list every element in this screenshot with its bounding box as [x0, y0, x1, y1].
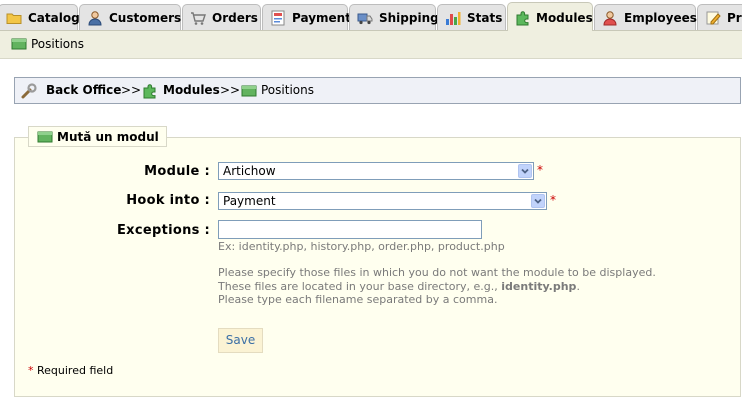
main-tab-bar: Catalog Customers Orders Payment Shippin…: [0, 0, 742, 31]
exceptions-label: Exceptions :: [116, 223, 210, 238]
folder-icon: [6, 13, 22, 24]
required-field-note: * Required field: [28, 364, 114, 377]
chevron-down-icon[interactable]: [518, 164, 532, 178]
tab-label: Payment: [292, 11, 351, 25]
module-label: Module :: [144, 164, 210, 179]
tab-catalog[interactable]: Catalog: [0, 4, 80, 30]
sub-tab-bar: Positions: [0, 31, 742, 59]
subtab-positions[interactable]: Positions: [31, 37, 84, 51]
breadcrumb-back-office[interactable]: Back Office: [46, 83, 121, 97]
positions-icon: [11, 38, 27, 50]
required-marker: *: [28, 364, 34, 377]
tab-label: Pre: [727, 11, 742, 25]
tab-orders[interactable]: Orders: [182, 4, 261, 30]
module-select-value: Artichow: [223, 164, 276, 178]
truck-icon: [357, 13, 373, 25]
breadcrumb: Back Office >> Modules >> Positions: [14, 77, 741, 104]
chevron-down-icon[interactable]: [531, 194, 545, 208]
help-text-line-1: Please specify those files in which you …: [218, 266, 656, 279]
tab-label: Stats: [467, 11, 503, 25]
hook-label: Hook into :: [126, 193, 210, 208]
exceptions-example: Ex: identity.php, history.php, order.php…: [218, 240, 505, 253]
breadcrumb-modules[interactable]: Modules: [163, 83, 220, 97]
chart-icon: [446, 12, 461, 25]
tab-label: Shipping: [379, 11, 439, 25]
tab-stats[interactable]: Stats: [437, 4, 506, 30]
tab-modules[interactable]: Modules: [507, 2, 593, 31]
tab-customers[interactable]: Customers: [79, 4, 181, 30]
tab-label: Catalog: [28, 11, 80, 25]
hook-select[interactable]: Payment: [218, 192, 547, 210]
module-select[interactable]: Artichow: [218, 162, 534, 180]
tab-preferences[interactable]: Pre: [697, 4, 742, 30]
tab-employees[interactable]: Employees: [594, 4, 697, 30]
preferences-icon: [706, 11, 721, 25]
hook-select-value: Payment: [223, 194, 276, 208]
puzzle-icon: [143, 84, 156, 99]
user-icon: [88, 11, 102, 26]
positions-icon: [37, 131, 53, 143]
legend-title: Mută un modul: [57, 130, 159, 144]
cart-icon: [191, 12, 206, 25]
help-text-line-3: Please type each filename separated by a…: [218, 293, 498, 306]
puzzle-icon: [516, 11, 529, 26]
positions-icon: [241, 85, 257, 97]
breadcrumb-separator: >>: [220, 83, 241, 97]
tab-label: Employees: [624, 11, 697, 25]
help-filename: identity.php: [501, 280, 577, 293]
tab-payment[interactable]: Payment: [262, 4, 351, 30]
breadcrumb-positions: Positions: [261, 83, 314, 97]
breadcrumb-separator: >>: [121, 83, 142, 97]
tab-label: Modules: [536, 11, 593, 25]
exceptions-input[interactable]: [218, 220, 482, 239]
tab-label: Customers: [109, 11, 182, 25]
required-marker: *: [550, 193, 556, 207]
wrench-icon: [21, 83, 37, 99]
required-marker: *: [537, 163, 543, 177]
save-button[interactable]: Save: [218, 328, 263, 353]
fieldset-legend: Mută un modul: [28, 126, 167, 147]
tab-label: Orders: [212, 11, 258, 25]
tab-shipping[interactable]: Shipping: [349, 4, 439, 30]
payment-icon: [271, 10, 285, 26]
employee-icon: [603, 11, 617, 26]
help-text-line-2: These files are located in your base dir…: [218, 280, 580, 293]
